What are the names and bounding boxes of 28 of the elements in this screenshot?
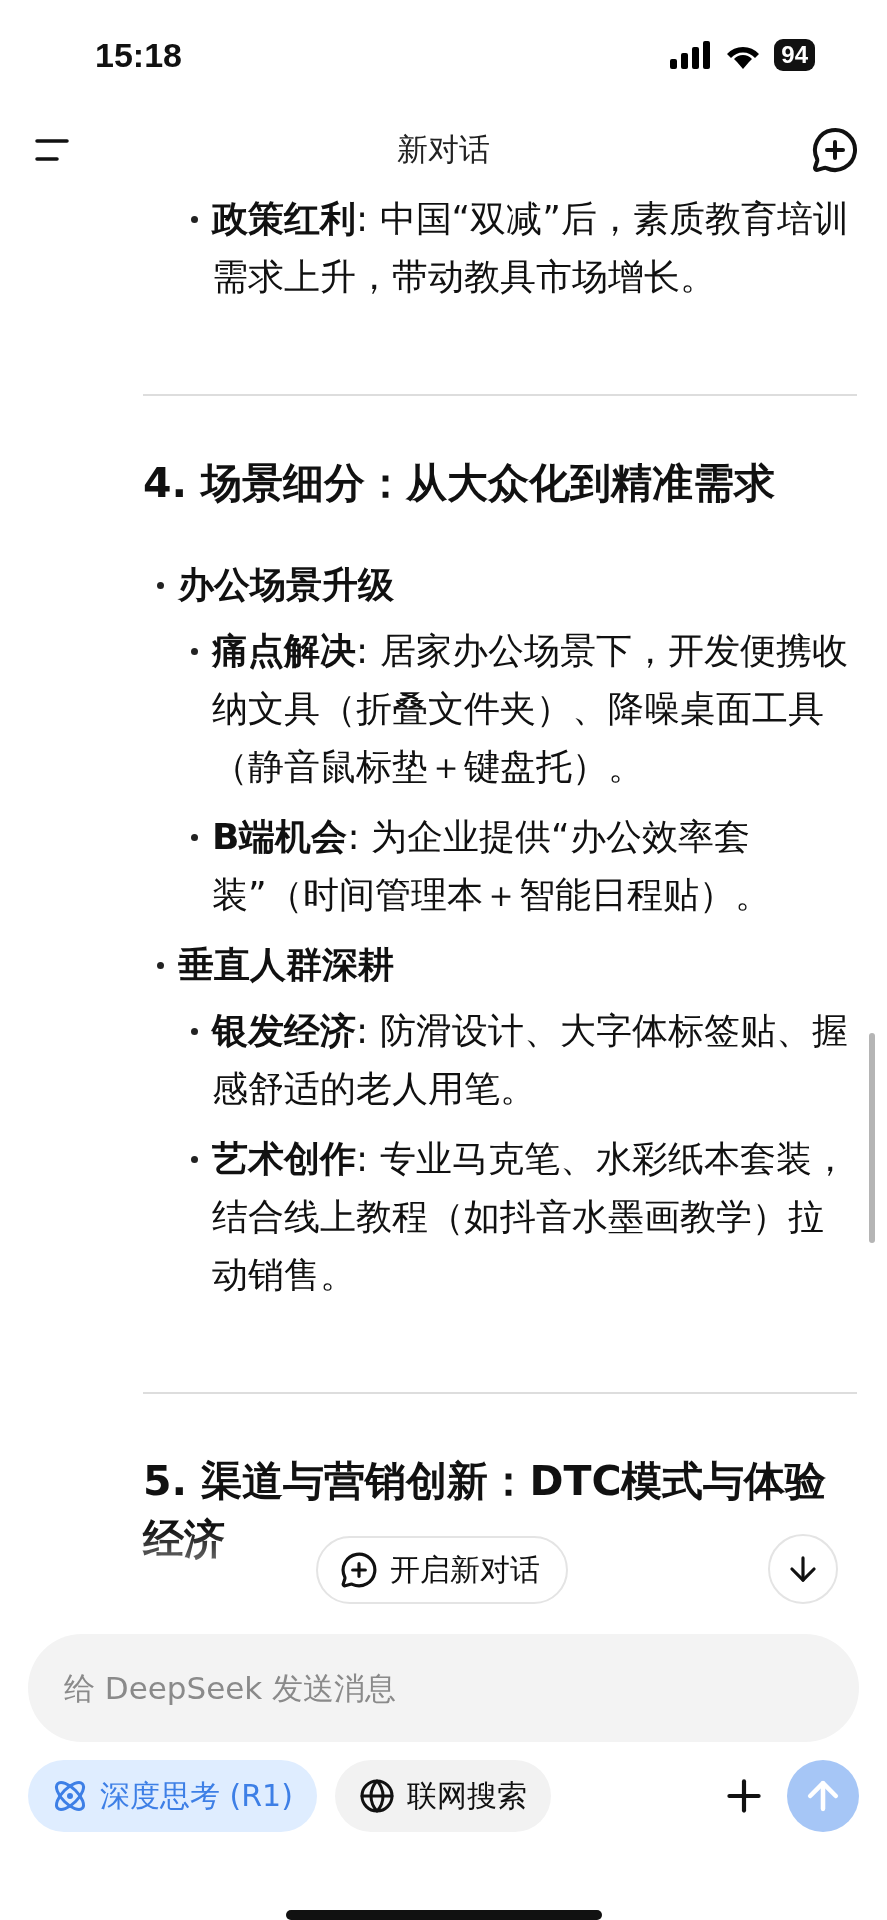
- list-text: 政策红利: 中国“双减”后，素质教育培训需求上升，带动教具市场增长。: [212, 197, 850, 299]
- signal-icon: [670, 41, 713, 69]
- message-input[interactable]: 给 DeepSeek 发送消息: [28, 1634, 859, 1742]
- bullet-dot: [191, 1156, 198, 1163]
- section-heading: 4. 场景细分：从大众化到精准需求: [143, 458, 777, 509]
- list-text: 痛点解决: 居家办公场景下，开发便携收纳文具（折叠文件夹）、降噪桌面工具（静音鼠标垫＋键盘托）。: [212, 629, 849, 789]
- globe-icon: [358, 1778, 395, 1814]
- bullet-dot: [191, 216, 198, 223]
- new-chat-icon: [340, 1551, 378, 1589]
- status-time: 15:18: [95, 35, 182, 75]
- menu-button[interactable]: [34, 137, 70, 163]
- bullet-dot: [157, 582, 164, 589]
- list-text: 艺术创作: 专业马克笔、水彩纸本套装，结合线上教程（如抖音水墨画教学）拉动销售。: [212, 1137, 849, 1297]
- list-text: 银发经济: 防滑设计、大字体标签贴、握感舒适的老人用笔。: [212, 1009, 849, 1111]
- bullet-dot: [157, 962, 164, 969]
- list-text: B端机会: 为企业提供“办公效率套装”（时间管理本＋智能日程贴）。: [212, 815, 772, 917]
- list-heading: 垂直人群深耕: [178, 943, 394, 987]
- bullet-dot: [191, 1028, 198, 1035]
- menu-icon: [34, 137, 70, 163]
- list-heading: 办公场景升级: [178, 563, 394, 607]
- new-chat-icon: [811, 126, 859, 174]
- mode-toggle[interactable]: 联网搜索: [334, 1760, 551, 1832]
- bullet-dot: [191, 648, 198, 655]
- atom-icon: [52, 1778, 88, 1814]
- bullet-dot: [191, 834, 198, 841]
- battery-level: 94: [774, 39, 815, 71]
- new-chat-button[interactable]: [811, 126, 859, 174]
- header-title: 新对话: [397, 130, 490, 169]
